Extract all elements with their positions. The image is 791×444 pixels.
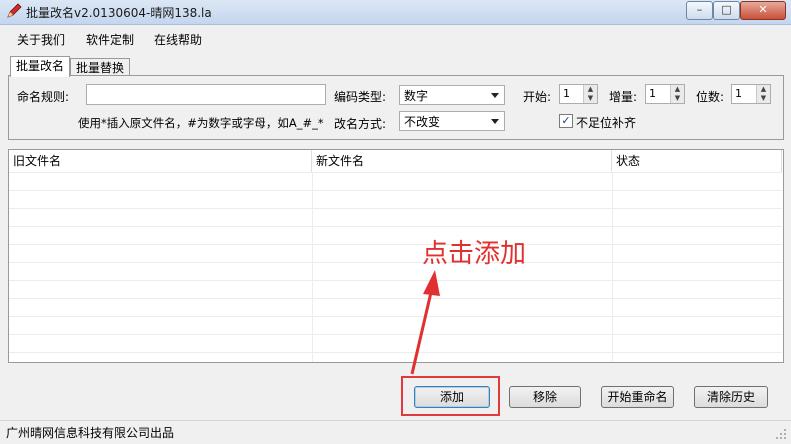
rename-mode-select[interactable]: 不改变 xyxy=(399,111,505,131)
pad-label: 不足位补齐 xyxy=(576,116,637,130)
row-gridline xyxy=(9,316,782,317)
resize-grip-icon[interactable] xyxy=(775,428,787,440)
digits-value: 1 xyxy=(735,87,742,100)
naming-hint: 使用*插入原文件名，#为数字或字母，如A_#_* xyxy=(78,116,324,130)
annotation-arrow-icon xyxy=(410,270,440,375)
increment-value: 1 xyxy=(649,87,656,100)
chevron-down-icon xyxy=(491,93,499,98)
start-spinner[interactable]: 1 ▲ ▼ xyxy=(559,84,598,104)
increment-label: 增量: xyxy=(609,90,638,104)
minimize-button[interactable]: – xyxy=(686,1,713,20)
chevron-down-icon xyxy=(491,119,499,124)
row-gridline xyxy=(9,280,782,281)
digits-label: 位数: xyxy=(696,90,725,104)
rename-mode-value: 不改变 xyxy=(404,115,441,129)
window-title: 批量改名v2.0130604-晴网138.la xyxy=(26,6,212,20)
spin-down-icon[interactable]: ▼ xyxy=(756,94,770,103)
header-divider xyxy=(9,172,782,173)
menu-help[interactable]: 在线帮助 xyxy=(154,31,202,48)
status-text: 广州晴网信息科技有限公司出品 xyxy=(6,426,175,440)
naming-rule-label: 命名规则: xyxy=(17,90,70,104)
naming-rule-input[interactable] xyxy=(86,84,326,105)
tab-batch-rename[interactable]: 批量改名 xyxy=(10,56,70,77)
rename-mode-label: 改名方式: xyxy=(334,117,387,131)
column-status[interactable]: 状态 xyxy=(612,150,782,172)
row-gridline xyxy=(9,190,782,191)
start-rename-button[interactable]: 开始重命名 xyxy=(601,386,674,408)
start-value: 1 xyxy=(563,87,570,100)
increment-spinner[interactable]: 1 ▲ ▼ xyxy=(645,84,685,104)
encoding-type-label: 编码类型: xyxy=(334,90,387,104)
encoding-type-select[interactable]: 数字 xyxy=(399,85,505,105)
maximize-button[interactable]: □ xyxy=(713,1,740,20)
close-button[interactable]: ✕ xyxy=(740,1,786,20)
row-gridline xyxy=(9,352,782,353)
remove-button[interactable]: 移除 xyxy=(509,386,581,408)
checkmark-icon: ✓ xyxy=(561,114,571,127)
clear-history-button[interactable]: 清除历史 xyxy=(694,386,768,408)
annotation-text: 点击添加 xyxy=(422,239,527,269)
column-old-name[interactable]: 旧文件名 xyxy=(9,150,312,172)
pad-checkbox[interactable]: ✓ xyxy=(559,114,573,128)
menu-custom[interactable]: 软件定制 xyxy=(86,31,134,48)
add-button[interactable]: 添加 xyxy=(414,386,490,408)
file-list[interactable]: 旧文件名 新文件名 状态 xyxy=(8,149,784,363)
spin-down-icon[interactable]: ▼ xyxy=(583,94,597,103)
row-gridline xyxy=(9,334,782,335)
row-gridline xyxy=(9,208,782,209)
spin-up-icon[interactable]: ▲ xyxy=(756,85,770,94)
menu-about[interactable]: 关于我们 xyxy=(17,31,65,48)
row-gridline xyxy=(9,262,782,263)
row-gridline xyxy=(9,298,782,299)
app-pencil-icon xyxy=(7,3,22,18)
encoding-type-value: 数字 xyxy=(404,89,429,103)
digits-spinner[interactable]: 1 ▲ ▼ xyxy=(731,84,771,104)
column-new-name[interactable]: 新文件名 xyxy=(312,150,612,172)
row-gridline xyxy=(9,226,782,227)
spin-up-icon[interactable]: ▲ xyxy=(583,85,597,94)
start-label: 开始: xyxy=(523,90,552,104)
spin-down-icon[interactable]: ▼ xyxy=(670,94,684,103)
spin-up-icon[interactable]: ▲ xyxy=(670,85,684,94)
row-gridline xyxy=(9,244,782,245)
